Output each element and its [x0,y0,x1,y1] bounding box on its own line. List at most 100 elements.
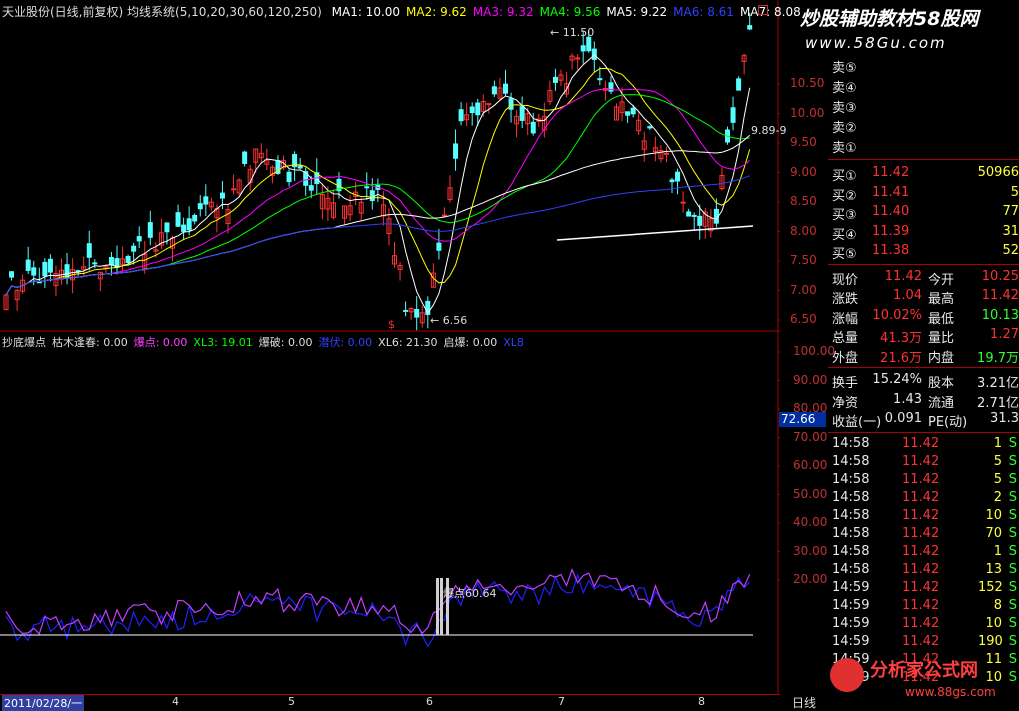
quote-label: 涨跌 [832,292,859,307]
candle-body [552,76,558,83]
tick-side: S [1008,669,1017,685]
panel-toggle-icon[interactable] [758,5,768,15]
candle-body [364,186,370,189]
quote-value: 1.04 [893,288,922,303]
price-tick: 10.00 [790,105,825,120]
buy-label: 买① [832,169,857,184]
indicator-tick: 20.00 [793,572,828,586]
buy-price: 11.42 [872,165,910,180]
candle-body [686,211,692,217]
tick-price: 11.42 [902,471,940,487]
tick-volume: 1 [993,435,1002,451]
quote-label: 总量 [832,331,859,346]
sell-label: 卖③ [832,101,857,116]
tick-price: 11.42 [902,489,940,505]
tick-row: 14:58 11.42 13 S [828,561,1019,580]
tick-time: 14:59 [832,633,870,649]
ma-label-6: MA6: 8.61 [673,5,734,19]
quote-label: 量比 [928,331,955,346]
tick-price: 11.42 [902,543,940,559]
period-tab[interactable]: 日线 [792,694,816,711]
high-annotation: ← 11.50 [550,26,595,39]
candle-body [586,36,592,52]
tick-time: 14:59 [832,579,870,595]
quote-label: 内盘 [928,350,955,366]
indicator-item: 枯木逢春: 0.00 [52,336,128,349]
tick-volume: 10 [985,615,1002,631]
tick-price: 11.42 [902,453,940,469]
quote-label: 现价 [832,272,859,288]
watermark-title: 炒股辅助教材58股网 [800,8,979,30]
month-label: 6 [426,695,433,708]
candle-body [691,214,697,217]
stock-name: 天业股份(日线,前复权) [2,5,124,19]
sell-label: 卖④ [832,81,857,96]
candle-body [597,78,603,81]
tick-side: S [1008,489,1017,505]
tick-volume: 10 [985,507,1002,523]
buy-row: 买③ 11.40 77 [828,203,1019,223]
price-tick: 8.50 [790,194,817,208]
month-label: 8 [698,695,705,708]
tick-row: 14:58 11.42 5 S [828,471,1019,490]
ma-line-250 [556,225,754,241]
month-label: 4 [172,695,179,708]
candle-body [591,48,597,60]
tick-volume: 13 [985,561,1002,577]
tick-volume: 1 [993,543,1002,559]
tick-time: 14:59 [832,615,870,631]
stats-value: 31.3 [990,411,1019,426]
tick-price: 11.42 [902,579,940,595]
watermark-bottom-url: www.88gs.com [905,685,996,699]
indicator-tick: 50.00 [793,486,828,501]
candle-body [181,224,187,232]
quote-row: 外盘 21.6万 内盘 19.7万 [828,346,1019,366]
price-tick: 10.50 [790,76,825,90]
quote-label: 涨幅 [832,311,859,327]
buy-row: 买① 11.42 50966 [828,164,1019,184]
month-label: 7 [558,695,565,708]
buy-price: 11.39 [872,223,910,239]
stats-value: 0.091 [884,411,922,426]
tick-price: 11.42 [902,615,940,631]
quote-value: 10.25 [981,268,1019,284]
tick-price: 11.42 [902,435,940,451]
candle-body [25,259,31,271]
candle-body [575,57,581,60]
stats-value: 2.71亿 [977,395,1019,411]
tick-volume: 5 [993,471,1002,487]
buy-row: 买④ 11.39 31 [828,223,1019,243]
tick-row: 14:58 11.42 10 S [828,507,1019,526]
date-axis: 2011/02/28/一 4 5 6 7 8 [0,694,780,711]
buy-row: 买② 11.41 5 [828,184,1019,204]
candle-body [308,185,314,191]
tick-volume: 70 [985,525,1002,541]
tick-side: S [1008,543,1017,559]
tick-side: S [1008,597,1017,613]
stats-label: 流通 [928,395,955,411]
candle-body [625,111,631,116]
ma-line-60 [5,134,751,296]
candle-body [92,262,98,265]
tick-side: S [1008,525,1017,541]
candle-body [663,152,669,155]
quote-value: 41.3万 [880,331,922,346]
stats-row: 换手 15.24% 股本 3.21亿 [828,371,1019,391]
candle-body [669,179,675,183]
buy-price: 11.38 [872,243,910,258]
tick-volume: 152 [978,579,1003,595]
quote-value: 19.7万 [977,350,1019,366]
buy-row: 买⑤ 11.38 52 [828,242,1019,262]
quote-value: 11.42 [981,288,1019,303]
tick-time: 14:58 [832,489,870,505]
tick-row: 14:59 11.42 152 S [828,579,1019,598]
tick-time: 14:58 [832,453,870,469]
indicator-annotation: 爆点60.64 [443,587,497,600]
indicator-tick: 60.00 [793,458,828,472]
candle-body [192,214,198,222]
indicator-item: 爆破: 0.00 [258,336,313,349]
quote-value: 10.02% [872,307,922,323]
stats-value: 15.24% [872,372,922,387]
candle-body [31,267,37,276]
candle-body [147,222,153,238]
